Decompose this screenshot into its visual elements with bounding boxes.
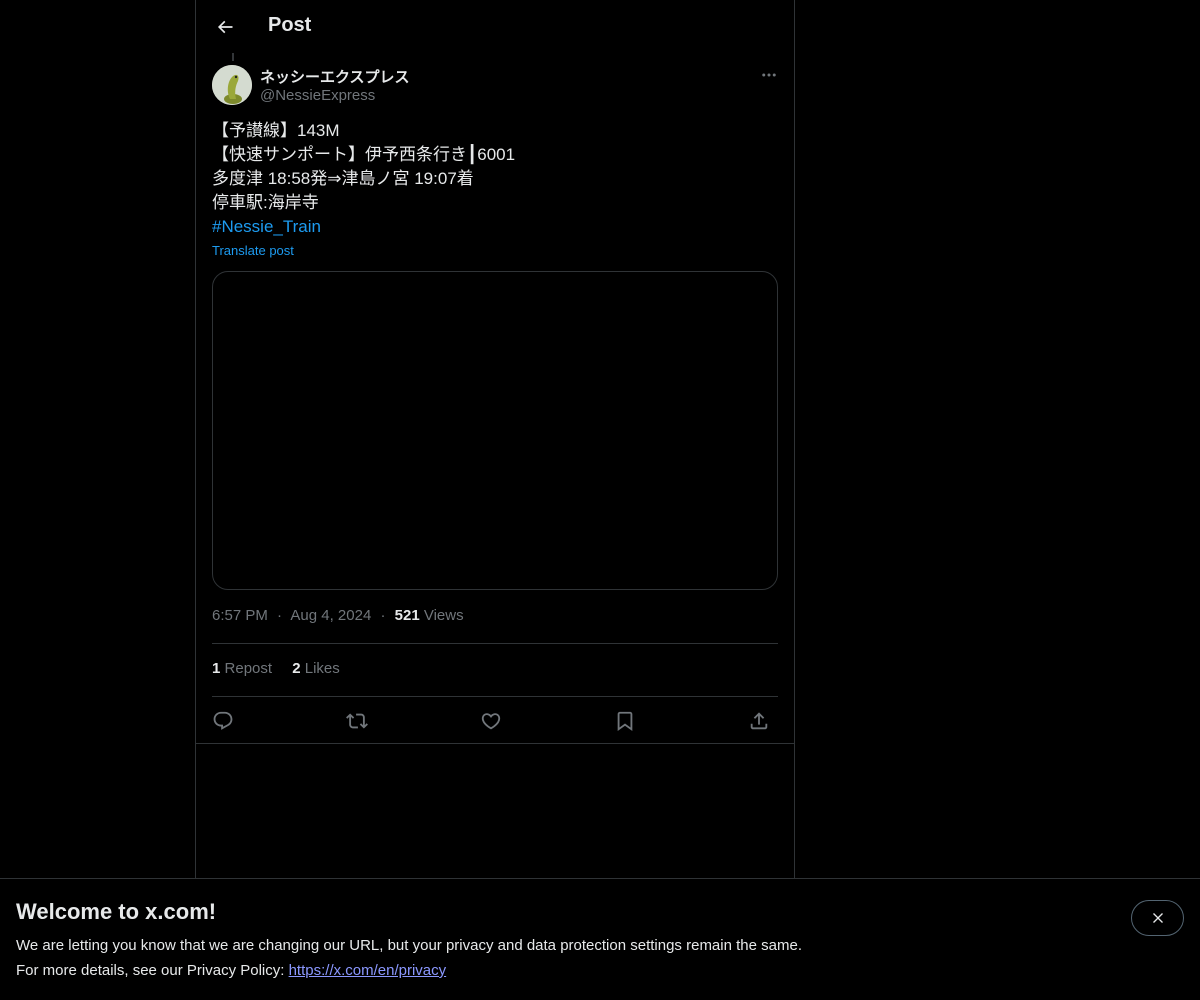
divider xyxy=(212,643,778,644)
post-date[interactable]: Aug 4, 2024 xyxy=(290,607,371,624)
separator-dot: · xyxy=(277,607,283,624)
divider xyxy=(212,696,778,697)
like-button[interactable] xyxy=(478,708,504,734)
welcome-banner: Welcome to x.com! We are letting you kno… xyxy=(0,878,1200,1000)
banner-policy-prefix: For more details, see our Privacy Policy… xyxy=(16,962,289,979)
banner-title: Welcome to x.com! xyxy=(16,899,217,924)
post-text-line: 多度津 18:58発⇒津島ノ宮 19:07着 xyxy=(212,169,474,188)
primary-column: Post ネッシーエクスプレス @NessieExpress 【予讃線】143M… xyxy=(195,0,795,880)
close-icon xyxy=(1152,913,1163,923)
repost-button[interactable] xyxy=(344,708,370,734)
post-text-line: 【予讃線】143M xyxy=(212,121,340,140)
more-horizontal-icon xyxy=(762,73,776,77)
avatar[interactable] xyxy=(212,65,252,105)
reposts-stat[interactable]: 1 Repost xyxy=(212,660,276,677)
divider xyxy=(196,743,794,744)
bookmark-icon xyxy=(617,711,633,732)
avatar-image xyxy=(212,65,252,105)
separator-dot: · xyxy=(380,607,386,624)
repost-icon xyxy=(346,713,368,729)
arrow-left-icon xyxy=(217,20,233,34)
post-metadata: 6:57 PM · Aug 4, 2024 · 521 Views xyxy=(212,607,464,624)
banner-policy-line: For more details, see our Privacy Policy… xyxy=(16,962,446,979)
privacy-policy-link[interactable]: https://x.com/en/privacy xyxy=(289,962,447,979)
action-bar xyxy=(212,706,778,736)
likes-label: Likes xyxy=(304,660,340,677)
close-banner-button[interactable] xyxy=(1131,900,1184,936)
banner-message: We are letting you know that we are chan… xyxy=(16,937,802,954)
views-count: 521 xyxy=(394,607,420,624)
author-handle[interactable]: @NessieExpress xyxy=(260,87,375,104)
post-time[interactable]: 6:57 PM xyxy=(212,607,268,624)
page-title: Post xyxy=(268,14,312,36)
translate-post-link[interactable]: Translate post xyxy=(212,243,294,258)
share-button[interactable] xyxy=(746,708,772,734)
post-text-line: 停車駅:海岸寺 xyxy=(212,193,319,212)
media-container[interactable] xyxy=(212,271,778,590)
bookmark-button[interactable] xyxy=(612,708,638,734)
reply-button[interactable] xyxy=(210,708,236,734)
views-label: Views xyxy=(423,607,464,624)
more-options-button[interactable] xyxy=(756,64,782,86)
likes-stat[interactable]: 2 Likes xyxy=(292,660,340,677)
reposts-label: Repost xyxy=(224,660,273,677)
engagement-stats: 1 Repost 2 Likes xyxy=(212,660,356,677)
heart-icon xyxy=(481,713,501,730)
post-text: 【予讃線】143M 【快速サンポート】伊予西条行き┃6001 多度津 18:58… xyxy=(212,119,778,239)
thread-connector-line xyxy=(232,53,234,61)
reposts-count: 1 xyxy=(212,660,221,677)
likes-count: 2 xyxy=(292,660,301,677)
page-header: Post xyxy=(196,0,794,53)
hashtag-link[interactable]: #Nessie_Train xyxy=(212,215,778,239)
reply-icon xyxy=(213,711,233,730)
author-name[interactable]: ネッシーエクスプレス xyxy=(260,66,410,87)
share-icon xyxy=(750,712,768,730)
back-button[interactable] xyxy=(208,10,242,44)
post-text-line: 【快速サンポート】伊予西条行き┃6001 xyxy=(212,145,516,164)
